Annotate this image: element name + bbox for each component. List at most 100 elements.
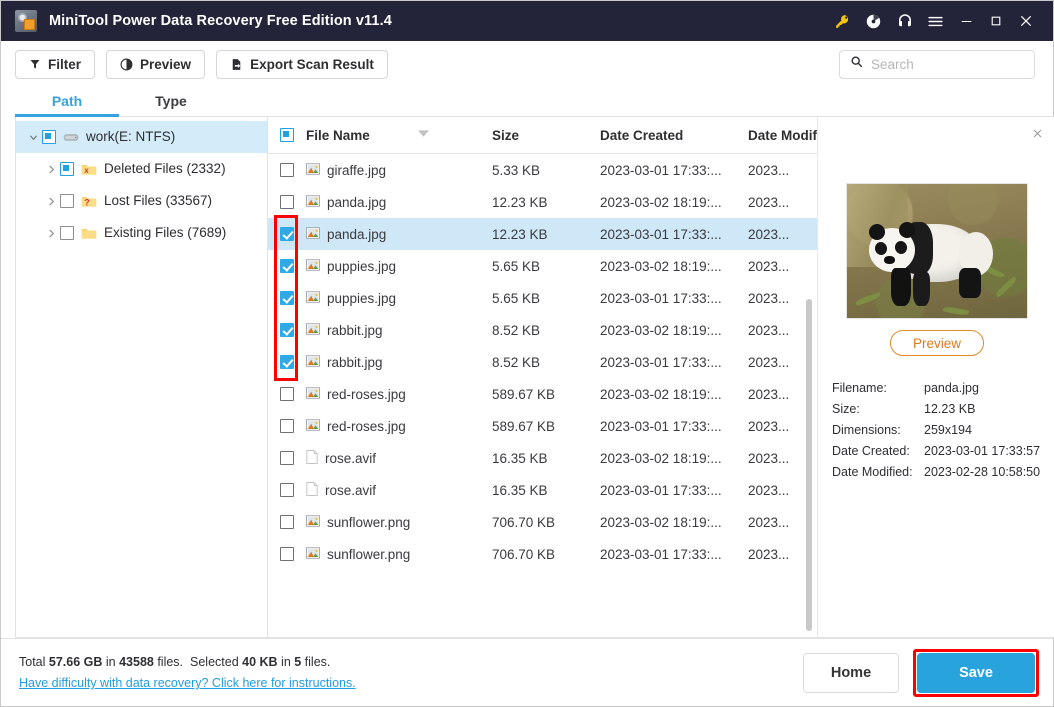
- row-checkbox[interactable]: [280, 419, 294, 433]
- row-checkbox[interactable]: [280, 291, 294, 305]
- table-row[interactable]: rose.avif 16.35 KB 2023-03-01 17:33:... 202…: [268, 474, 817, 506]
- tab-type[interactable]: Type: [119, 88, 223, 117]
- table-row[interactable]: rose.avif 16.35 KB 2023-03-02 18:19:... 202…: [268, 442, 817, 474]
- preview-meta-key: Date Created:: [832, 444, 910, 458]
- select-all-checkbox[interactable]: [280, 128, 294, 142]
- table-row[interactable]: red-roses.jpg 589.67 KB 2023-03-01 17:33:.…: [268, 410, 817, 442]
- preview-image-button[interactable]: Preview: [889, 330, 984, 356]
- sidebar-item-work-drive[interactable]: work(E: NTFS): [16, 121, 267, 153]
- table-row[interactable]: panda.jpg 12.23 KB 2023-03-02 18:19:... 202…: [268, 186, 817, 218]
- image-file-icon: [306, 162, 320, 178]
- table-row[interactable]: puppies.jpg 5.65 KB 2023-03-02 18:19:... 20…: [268, 250, 817, 282]
- cell-file-name: red-roses.jpg: [306, 419, 492, 434]
- table-row[interactable]: red-roses.jpg 589.67 KB 2023-03-02 18:19:.…: [268, 378, 817, 410]
- application-window: MiniTool Power Data Recovery Free Editio…: [0, 0, 1054, 707]
- total-prefix: Total: [19, 655, 49, 669]
- hamburger-menu-icon[interactable]: [920, 6, 951, 36]
- cell-file-name: panda.jpg: [306, 195, 492, 210]
- folder-icon: [81, 226, 97, 240]
- row-checkbox-cell: [280, 451, 306, 465]
- export-scan-result-button[interactable]: Export Scan Result: [216, 49, 388, 79]
- title-bar: MiniTool Power Data Recovery Free Editio…: [1, 1, 1053, 41]
- table-row[interactable]: sunflower.png 706.70 KB 2023-03-02 18:19:.…: [268, 506, 817, 538]
- checkbox-deleted-files[interactable]: [60, 162, 74, 176]
- cell-size: 5.65 KB: [492, 290, 541, 306]
- column-header-date-created[interactable]: Date Created: [600, 128, 748, 143]
- sort-descending-icon[interactable]: [417, 130, 429, 140]
- chevron-right-icon[interactable]: [42, 196, 60, 207]
- column-header-file-name[interactable]: File Name: [306, 128, 492, 143]
- file-list-header: File Name Size Date Created Date Modif: [268, 117, 817, 154]
- row-checkbox[interactable]: [280, 323, 294, 337]
- checkbox-lost-files[interactable]: [60, 194, 74, 208]
- cell-size: 706.70 KB: [492, 514, 556, 530]
- preview-meta-value: 12.23 KB: [924, 402, 976, 416]
- checkbox-existing-files[interactable]: [60, 226, 74, 240]
- file-name-label: rose.avif: [325, 450, 377, 466]
- column-header-date-modified[interactable]: Date Modif: [748, 128, 817, 143]
- row-checkbox[interactable]: [280, 451, 294, 465]
- sidebar-item-work-drive-label: work(E: NTFS): [86, 129, 176, 145]
- row-checkbox[interactable]: [280, 259, 294, 273]
- row-checkbox[interactable]: [280, 355, 294, 369]
- table-row[interactable]: rabbit.jpg 8.52 KB 2023-03-01 17:33:... 202…: [268, 346, 817, 378]
- row-checkbox[interactable]: [280, 547, 294, 561]
- table-row[interactable]: giraffe.jpg 5.33 KB 2023-03-01 17:33:... 20…: [268, 154, 817, 186]
- selected-suffix: files.: [301, 655, 331, 669]
- cell-file-name: rabbit.jpg: [306, 355, 492, 370]
- preview-meta-value: 2023-02-28 10:58:50: [924, 465, 1041, 479]
- preview-meta-row: Filename: panda.jpg: [832, 378, 1046, 399]
- row-checkbox[interactable]: [280, 227, 294, 241]
- headset-icon[interactable]: [889, 6, 920, 36]
- cell-date-created: 2023-03-02 18:19:...: [600, 258, 722, 274]
- selected-size: 40 KB: [242, 655, 278, 669]
- sidebar-item-existing-files[interactable]: Existing Files (7689): [16, 217, 267, 249]
- table-row[interactable]: rabbit.jpg 8.52 KB 2023-03-02 18:19:... 202…: [268, 314, 817, 346]
- minimize-button[interactable]: [951, 6, 981, 36]
- search-box[interactable]: [839, 49, 1048, 79]
- cell-file-name: sunflower.png: [306, 515, 492, 530]
- cell-date-created: 2023-03-02 18:19:...: [600, 386, 722, 402]
- license-key-icon[interactable]: [827, 6, 858, 36]
- search-input[interactable]: [871, 56, 1048, 72]
- table-row[interactable]: panda.jpg 12.23 KB 2023-03-01 17:33:... 202…: [268, 218, 817, 250]
- row-checkbox[interactable]: [280, 483, 294, 497]
- filter-button[interactable]: Filter: [15, 49, 96, 79]
- maximize-button[interactable]: [981, 6, 1011, 36]
- image-file-icon: [306, 194, 320, 210]
- row-checkbox[interactable]: [280, 387, 294, 401]
- sidebar-item-deleted-files[interactable]: x Deleted Files (2332): [16, 153, 267, 185]
- column-header-file-name-label: File Name: [306, 127, 370, 143]
- file-list-scrollbar[interactable]: [806, 299, 812, 631]
- preview-button[interactable]: Preview: [106, 49, 206, 79]
- row-checkbox-cell: [280, 323, 306, 337]
- row-checkbox[interactable]: [280, 195, 294, 209]
- tab-type-label: Type: [155, 93, 187, 109]
- home-button[interactable]: Home: [803, 652, 899, 693]
- close-button[interactable]: [1011, 6, 1041, 36]
- sidebar-item-lost-files[interactable]: ? Lost Files (33567): [16, 185, 267, 217]
- cell-date-created: 2023-03-01 17:33:...: [600, 418, 722, 434]
- row-checkbox-cell: [280, 163, 306, 177]
- tab-path[interactable]: Path: [15, 88, 119, 117]
- chevron-right-icon[interactable]: [42, 228, 60, 239]
- save-button[interactable]: Save: [917, 652, 1035, 693]
- cell-date-created: 2023-03-01 17:33:...: [600, 482, 722, 498]
- row-checkbox-cell: [280, 195, 306, 209]
- cell-size: 589.67 KB: [492, 418, 556, 434]
- preview-meta-row: Date Modified: 2023-02-28 10:58:50: [832, 462, 1046, 483]
- row-checkbox[interactable]: [280, 515, 294, 529]
- column-header-size[interactable]: Size: [492, 128, 600, 143]
- chevron-down-icon[interactable]: [24, 132, 42, 143]
- chevron-right-icon[interactable]: [42, 164, 60, 175]
- close-icon[interactable]: [1028, 124, 1046, 142]
- help-link[interactable]: Have difficulty with data recovery? Clic…: [19, 676, 356, 690]
- disc-icon[interactable]: [858, 6, 889, 36]
- cell-file-name: puppies.jpg: [306, 291, 492, 306]
- table-row[interactable]: sunflower.png 706.70 KB 2023-03-01 17:33:.…: [268, 538, 817, 570]
- table-row[interactable]: puppies.jpg 5.65 KB 2023-03-01 17:33:... 20…: [268, 282, 817, 314]
- sidebar-item-deleted-files-label: Deleted Files (2332): [104, 161, 226, 177]
- file-name-label: giraffe.jpg: [327, 162, 387, 178]
- checkbox-work-drive[interactable]: [42, 130, 56, 144]
- row-checkbox[interactable]: [280, 163, 294, 177]
